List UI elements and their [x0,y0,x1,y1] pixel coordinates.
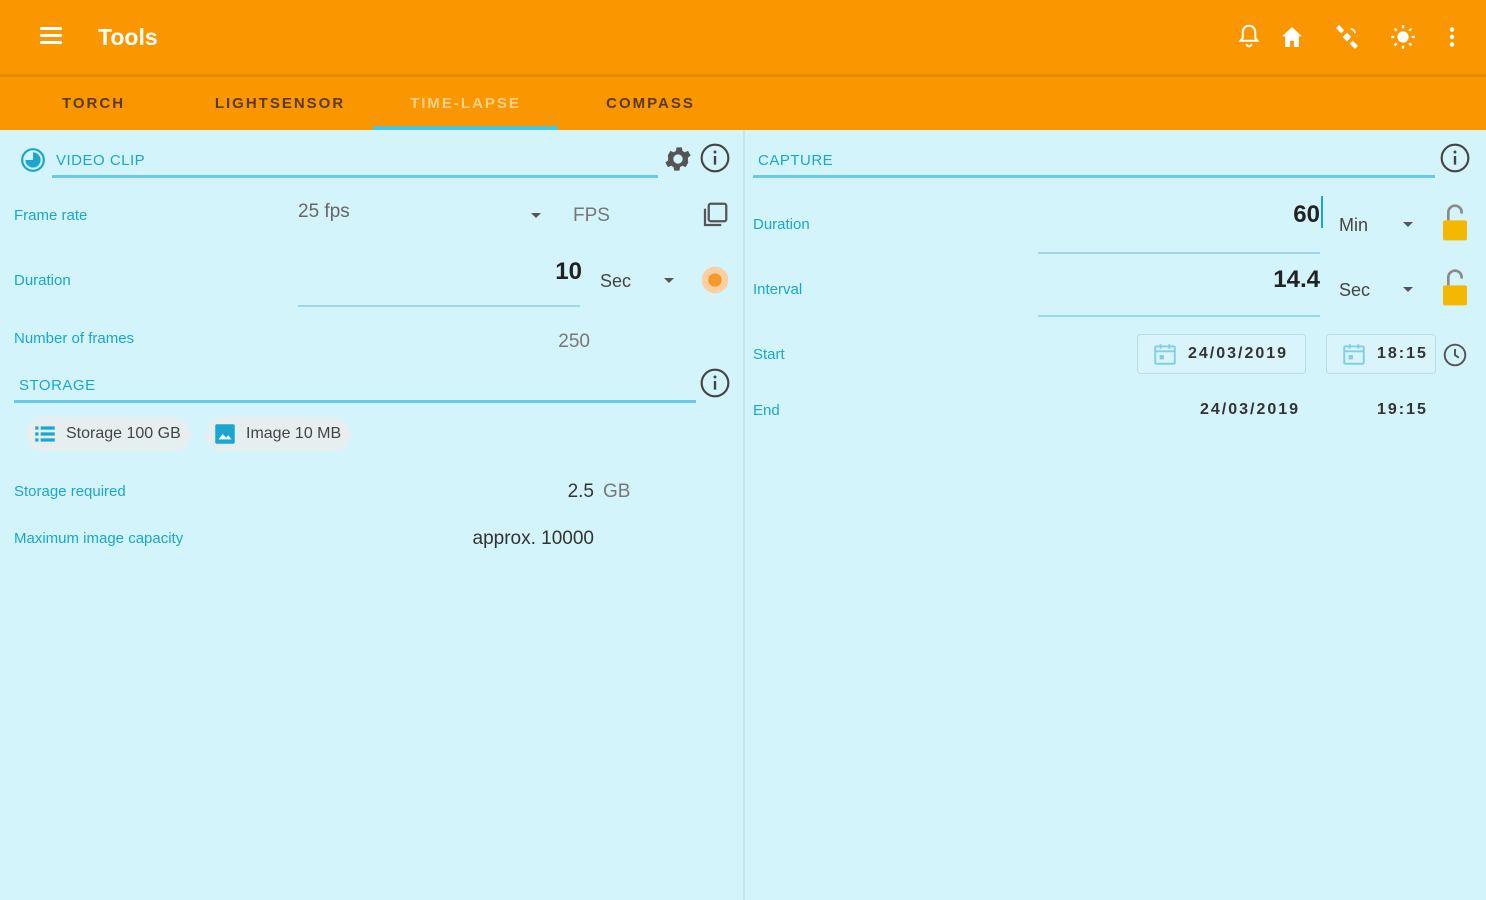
capacity-value: approx. 10000 [472,528,595,549]
brightness-icon[interactable] [1388,22,1418,52]
duration-lock-open-icon[interactable] [1439,203,1471,243]
capture-duration-label: Duration [753,216,810,233]
tab-time-lapse[interactable]: TIME-LAPSE [373,77,558,130]
tab-indicator [373,126,558,130]
video-clip-underline [52,175,658,178]
satellite-icon[interactable] [1332,22,1362,52]
frame-rate-select[interactable]: 25 fps [298,201,350,223]
duration-underline [298,305,580,307]
end-time-value: 19:15 [1377,401,1428,418]
video-clip-title: VIDEO CLIP [56,152,146,169]
capture-underline [753,175,1435,178]
frame-rate-label: Frame rate [14,207,88,224]
panel-divider [743,130,745,900]
frame-rate-dropdown-icon[interactable] [531,213,541,218]
capacity-label: Maximum image capacity [14,530,184,547]
tab-compass[interactable]: COMPASS [558,77,743,130]
text-cursor [1321,196,1323,228]
more-vert-icon[interactable] [1437,22,1467,52]
app-title: Tools [98,24,158,50]
storage-chip-label: Storage 100 GB [66,425,181,442]
start-label: Start [753,346,785,363]
home-icon[interactable] [1277,22,1307,52]
tab-lightsensor[interactable]: LIGHTSENSOR [187,77,373,130]
clock-icon[interactable] [1442,342,1468,368]
storage-underline [14,400,696,403]
tab-bar: TORCH LIGHTSENSOR TIME-LAPSE COMPASS [0,74,1486,130]
bell-icon[interactable] [1234,22,1264,52]
calendar-time-icon [1343,344,1365,365]
storage-required-unit: GB [603,481,631,502]
storage-required-value: 2.5 [567,481,594,502]
end-date-value: 24/03/2019 [1200,401,1301,418]
interval-unit-select[interactable]: Sec [1339,280,1370,301]
storage-required-label: Storage required [14,483,126,500]
duration-unit-select[interactable]: Sec [600,271,631,292]
storage-chip[interactable]: Storage 100 GB [26,417,191,451]
storage-title: STORAGE [19,377,96,394]
capture-duration-underline [1038,252,1320,254]
storage-info-icon[interactable] [699,367,731,399]
interval-lock-open-icon[interactable] [1439,268,1471,308]
image-chip[interactable]: Image 10 MB [206,417,352,451]
capture-duration-unit-select[interactable]: Min [1339,215,1368,236]
video-clip-icon [21,148,45,172]
interval-input[interactable]: 14.4 [1220,266,1320,294]
capture-info-icon[interactable] [1439,142,1471,174]
duration-input[interactable]: 10 [540,258,582,286]
end-label: End [753,402,780,419]
duration-label: Duration [14,272,71,289]
frame-rate-unit: FPS [573,205,610,226]
capture-duration-input[interactable]: 60 [1220,201,1320,229]
image-icon [215,424,235,444]
start-time-button[interactable]: 18:15 [1326,334,1436,374]
calendar-icon [1154,344,1176,365]
capture-title: CAPTURE [758,152,834,169]
frames-label: Number of frames [14,330,135,347]
image-chip-label: Image 10 MB [246,425,342,442]
storage-list-icon [35,426,55,442]
start-time-value: 18:15 [1377,345,1428,362]
video-clip-info-icon[interactable] [699,142,731,174]
capture-duration-dropdown-icon[interactable] [1403,222,1413,227]
frames-value: 250 [558,331,590,352]
settings-gear-icon[interactable] [662,143,694,175]
duration-unit-dropdown-icon[interactable] [664,278,674,283]
app-bar: Tools [0,0,1486,74]
radio-dot-icon[interactable] [699,264,731,296]
interval-label: Interval [753,281,803,298]
start-date-button[interactable]: 24/03/2019 [1137,334,1306,374]
start-date-value: 24/03/2019 [1188,345,1289,362]
menu-icon[interactable] [36,24,66,50]
copy-icon[interactable] [700,200,730,230]
interval-dropdown-icon[interactable] [1403,287,1413,292]
tab-torch[interactable]: TORCH [0,77,187,130]
interval-underline [1038,315,1320,317]
